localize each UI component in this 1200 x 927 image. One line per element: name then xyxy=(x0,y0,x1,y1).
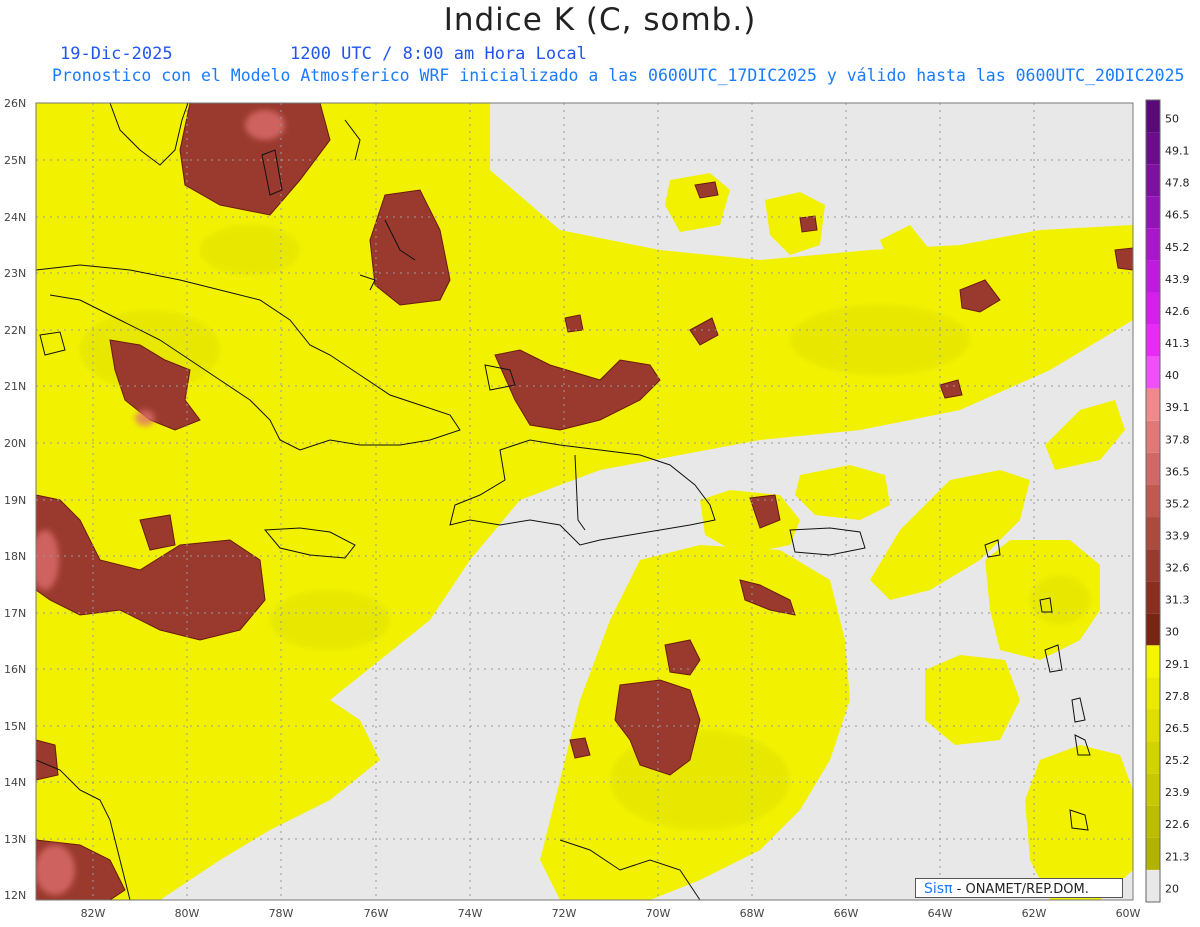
credit-box: Sisπ - ONAMET/REP.DOM. xyxy=(915,878,1123,898)
lat-tick-label: 14N xyxy=(4,776,26,789)
lat-tick-label: 17N xyxy=(4,607,26,620)
colorbar-label: 31.3 xyxy=(1165,594,1190,607)
colorbar-label: 39.1 xyxy=(1165,401,1190,414)
lon-tick-label: 80W xyxy=(175,907,200,920)
colorbar-label: 33.9 xyxy=(1165,529,1190,542)
colorbar-label: 46.5 xyxy=(1165,209,1190,222)
lat-tick-label: 16N xyxy=(4,663,26,676)
colorbar-swatch xyxy=(1146,741,1160,774)
colorbar-label: 45.2 xyxy=(1165,241,1190,254)
lat-tick-label: 13N xyxy=(4,833,26,846)
lat-tick-label: 18N xyxy=(4,550,26,563)
colorbar-label: 26.5 xyxy=(1165,722,1190,735)
colorbar-label: 21.3 xyxy=(1165,850,1190,863)
colorbar-label: 49.1 xyxy=(1165,145,1190,158)
colorbar-swatch xyxy=(1146,196,1160,229)
lon-tick-label: 70W xyxy=(646,907,671,920)
lat-tick-label: 26N xyxy=(4,97,26,110)
colorbar-label: 40 xyxy=(1165,369,1179,382)
colorbar-label: 50 xyxy=(1165,112,1179,125)
colorbar-swatch xyxy=(1146,709,1160,742)
colorbar-label: 29.1 xyxy=(1165,658,1190,671)
credit-brand: Sisπ xyxy=(924,881,953,897)
colorbar-label: 35.2 xyxy=(1165,497,1190,510)
colorbar-swatch xyxy=(1146,613,1160,646)
colorbar-swatch xyxy=(1146,164,1160,197)
colorbar-label: 25.2 xyxy=(1165,754,1190,767)
colorbar-label: 32.6 xyxy=(1165,562,1190,575)
colorbar-label: 43.9 xyxy=(1165,273,1190,286)
lat-tick-label: 21N xyxy=(4,380,26,393)
colorbar-swatch xyxy=(1146,228,1160,261)
lon-tick-label: 60W xyxy=(1116,907,1141,920)
lon-tick-label: 68W xyxy=(740,907,765,920)
lat-tick-label: 24N xyxy=(4,211,26,224)
lon-tick-label: 62W xyxy=(1022,907,1047,920)
colorbar: 50 49.1 47.8 46.5 45.2 43.9 42.6 41.3 40 39.1 37.8… xyxy=(1145,99,1190,903)
colorbar-label: 22.6 xyxy=(1165,818,1190,831)
colorbar-swatch xyxy=(1146,773,1160,806)
lat-tick-label: 22N xyxy=(4,324,26,337)
credit-text: - ONAMET/REP.DOM. xyxy=(956,882,1089,897)
weather-map: 26N 25N 24N 23N 22N 21N 20N 19N 18N 17N … xyxy=(4,97,1190,920)
colorbar-label: 27.8 xyxy=(1165,690,1190,703)
colorbar-swatch xyxy=(1146,484,1160,518)
lat-tick-label: 15N xyxy=(4,720,26,733)
colorbar-swatch xyxy=(1146,549,1160,582)
lon-tick-label: 66W xyxy=(834,907,859,920)
lat-tick-label: 19N xyxy=(4,494,26,507)
lon-axis: 82W 80W 78W 76W 74W 72W 70W 68W 66W 64W … xyxy=(81,907,1141,920)
lon-tick-label: 76W xyxy=(364,907,389,920)
lat-tick-label: 12N xyxy=(4,889,26,902)
colorbar-label: 20 xyxy=(1165,882,1179,895)
colorbar-swatch xyxy=(1146,100,1160,133)
colorbar-swatch xyxy=(1146,292,1160,325)
colorbar-swatch xyxy=(1146,805,1160,838)
colorbar-swatch xyxy=(1146,132,1160,165)
lat-axis: 26N 25N 24N 23N 22N 21N 20N 19N 18N 17N … xyxy=(4,97,26,902)
colorbar-swatch xyxy=(1146,452,1160,485)
lat-tick-label: 20N xyxy=(4,437,26,450)
colorbar-label: 41.3 xyxy=(1165,337,1190,350)
colorbar-swatch xyxy=(1146,837,1160,870)
colorbar-label: 37.8 xyxy=(1165,433,1190,446)
colorbar-label: 23.9 xyxy=(1165,786,1190,799)
colorbar-swatch xyxy=(1146,356,1160,389)
lon-tick-label: 64W xyxy=(928,907,953,920)
lon-tick-label: 78W xyxy=(269,907,294,920)
colorbar-swatch xyxy=(1146,388,1160,421)
colorbar-swatch xyxy=(1146,324,1160,357)
lon-tick-label: 72W xyxy=(552,907,577,920)
colorbar-swatch xyxy=(1146,581,1160,614)
colorbar-swatch xyxy=(1146,677,1160,710)
lon-tick-label: 74W xyxy=(458,907,483,920)
colorbar-swatch xyxy=(1146,645,1160,678)
lon-tick-label: 82W xyxy=(81,907,106,920)
colorbar-label: 47.8 xyxy=(1165,177,1190,190)
colorbar-swatch xyxy=(1146,517,1160,550)
colorbar-label: 36.5 xyxy=(1165,465,1190,478)
colorbar-swatch xyxy=(1146,260,1160,293)
colorbar-label: 42.6 xyxy=(1165,305,1190,318)
lat-tick-label: 23N xyxy=(4,267,26,280)
lat-tick-label: 25N xyxy=(4,154,26,167)
colorbar-label: 30 xyxy=(1165,626,1179,639)
colorbar-swatch xyxy=(1146,869,1160,902)
colorbar-swatch xyxy=(1146,420,1160,453)
